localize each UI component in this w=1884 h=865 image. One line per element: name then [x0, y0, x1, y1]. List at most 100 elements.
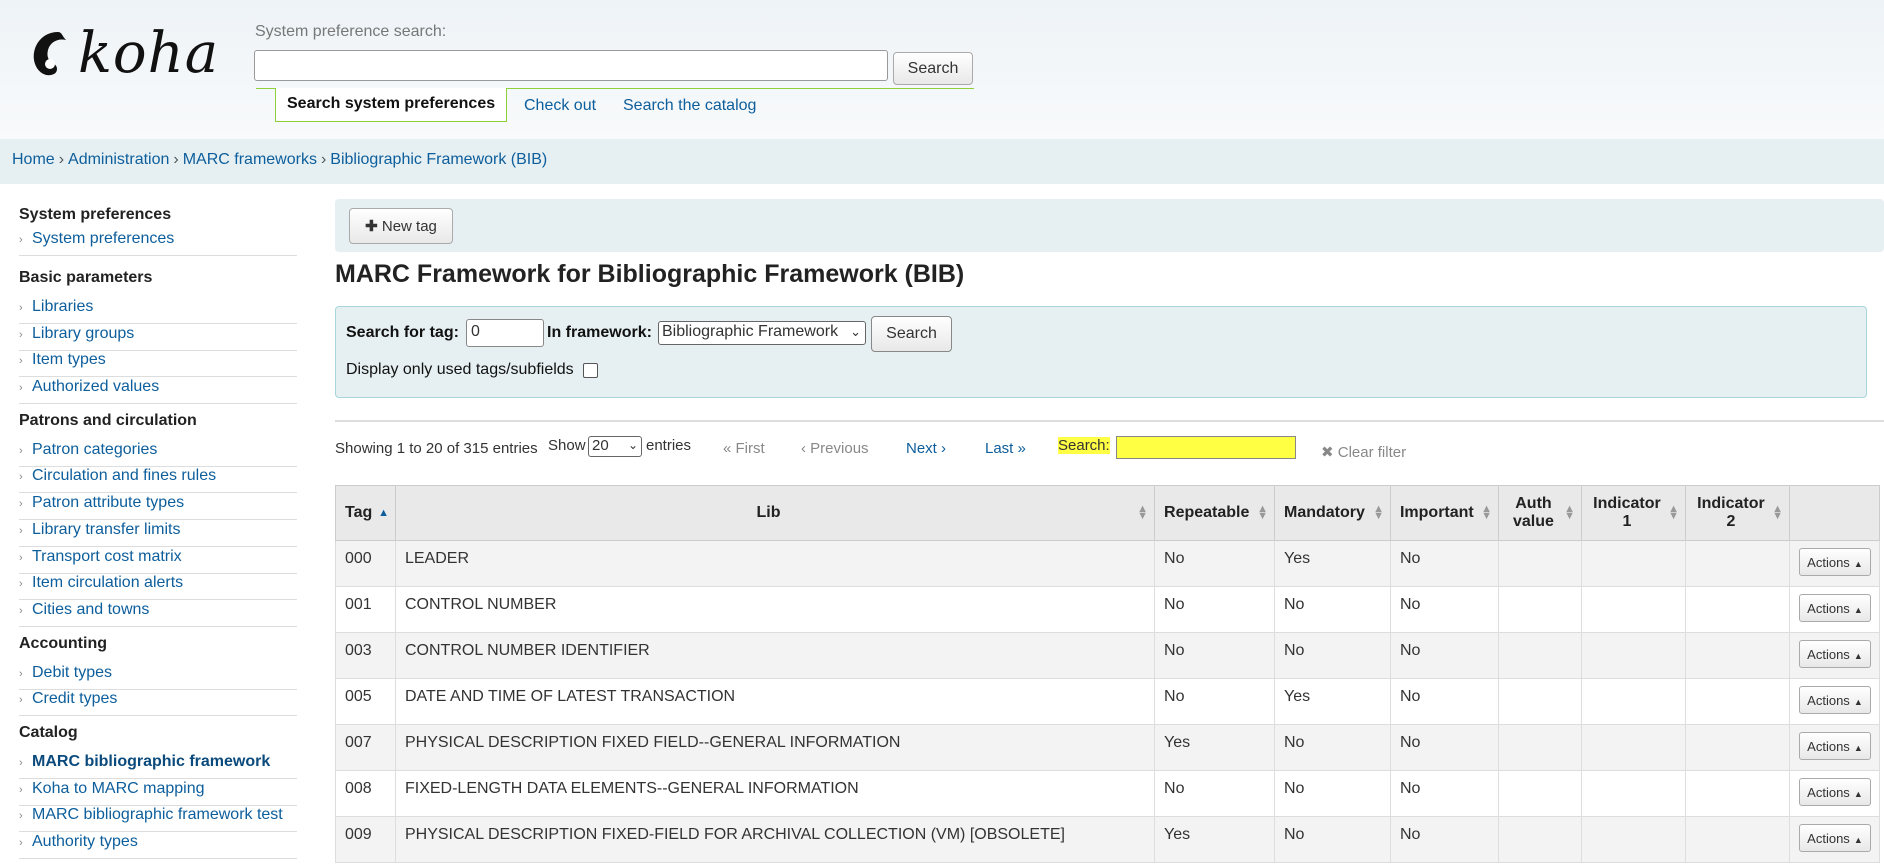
sidebar-item-label[interactable]: MARC bibliographic framework — [32, 753, 270, 770]
sidebar-item-item-types[interactable]: › Item types — [19, 351, 297, 377]
framework-select[interactable]: Bibliographic Framework ⌄ — [658, 321, 866, 345]
syspref-search-button[interactable]: Search — [893, 52, 973, 85]
breadcrumb: Home › Administration › MARC frameworks › Bibl… — [0, 139, 1884, 184]
column-header-indicator-2[interactable]: Indicator 2 ▲ ▼ — [1684, 485, 1790, 541]
chevron-right-icon: › — [19, 694, 23, 706]
sidebar-item-circulation-rules[interactable]: › Circulation and fines rules — [19, 467, 297, 493]
sidebar-item-label[interactable]: MARC bibliographic framework test — [32, 806, 283, 823]
pager-previous[interactable]: ‹ Previous — [801, 440, 869, 457]
sidebar-item-library-groups[interactable]: › Library groups — [19, 325, 297, 351]
tab-search-system-preferences[interactable]: Search system preferences — [275, 88, 507, 122]
sidebar-item-label[interactable]: Cities and towns — [32, 601, 149, 618]
sidebar-item-marc-framework-test[interactable]: › MARC bibliographic framework test — [19, 806, 297, 832]
sidebar-item-authorized-values[interactable]: › Authorized values — [19, 378, 297, 404]
table-filter-input[interactable] — [1116, 436, 1296, 459]
sidebar-item-label[interactable]: Authorized values — [32, 378, 159, 395]
breadcrumb-home[interactable]: Home — [12, 151, 55, 168]
sidebar-item-credit-types[interactable]: › Credit types — [19, 690, 297, 716]
column-header-mandatory[interactable]: Mandatory ▲ ▼ — [1274, 485, 1391, 541]
actions-button[interactable]: Actions ▲ — [1798, 594, 1871, 622]
actions-button[interactable]: Actions ▲ — [1798, 686, 1871, 714]
sidebar-item-debit-types[interactable]: › Debit types — [19, 664, 297, 690]
cell-mandatory: No — [1274, 632, 1391, 679]
tag-search-button[interactable]: Search — [871, 316, 952, 352]
column-header-auth-value[interactable]: Auth value ▲ ▼ — [1497, 485, 1582, 541]
table-row: 008 FIXED-LENGTH DATA ELEMENTS--GENERAL I… — [335, 770, 1881, 817]
column-header-tag[interactable]: Tag ▲ — [335, 485, 396, 541]
cell-indicator-2 — [1684, 770, 1790, 817]
sidebar-item-koha-to-marc-mapping[interactable]: › Koha to MARC mapping — [19, 780, 297, 806]
koha-logo[interactable]: koha — [28, 24, 218, 84]
cell-actions: Actions ▲ — [1788, 540, 1881, 587]
sidebar-item-label[interactable]: Circulation and fines rules — [32, 467, 216, 484]
tag-search-input[interactable]: 0 — [466, 319, 544, 347]
sidebar-item-label[interactable]: Patron categories — [32, 441, 157, 458]
sidebar-item-cities-towns[interactable]: › Cities and towns — [19, 601, 297, 627]
cell-tag: 000 — [335, 540, 396, 587]
column-header-important[interactable]: Important ▲ ▼ — [1389, 485, 1499, 541]
actions-button[interactable]: Actions ▲ — [1798, 778, 1871, 806]
actions-button[interactable]: Actions ▲ — [1798, 548, 1871, 576]
sidebar-item-label[interactable]: Libraries — [32, 298, 93, 315]
display-used-checkbox[interactable] — [583, 363, 598, 378]
cell-indicator-1 — [1580, 632, 1686, 679]
cell-tag: 003 — [335, 632, 396, 679]
actions-label: Actions — [1807, 692, 1850, 708]
sidebar-item-label[interactable]: Authority types — [32, 833, 138, 850]
new-tag-button[interactable]: ✚ New tag — [349, 208, 453, 244]
chevron-left-icon: ‹ — [801, 440, 806, 457]
column-header-repeatable[interactable]: Repeatable ▲ ▼ — [1154, 485, 1275, 541]
breadcrumb-administration[interactable]: Administration — [68, 151, 169, 168]
divider — [335, 420, 1884, 422]
sidebar-item-label[interactable]: Credit types — [32, 690, 117, 707]
sidebar-item-transport-cost-matrix[interactable]: › Transport cost matrix — [19, 548, 297, 574]
actions-button[interactable]: Actions ▲ — [1798, 732, 1871, 760]
sidebar-item-label[interactable]: Item types — [32, 351, 106, 368]
actions-button[interactable]: Actions ▲ — [1798, 824, 1871, 852]
chevron-right-icon: › — [19, 498, 23, 510]
breadcrumb-current[interactable]: Bibliographic Framework (BIB) — [330, 151, 547, 168]
sidebar-item-authority-types[interactable]: › Authority types — [19, 833, 297, 859]
sidebar-item-label[interactable]: Library transfer limits — [32, 521, 180, 538]
chevron-down-icon: ⌄ — [627, 438, 638, 452]
sort-icon: ▲ ▼ — [1564, 503, 1575, 522]
sidebar-item-marc-bibliographic-framework[interactable]: › MARC bibliographic framework — [19, 753, 297, 779]
show-label: Show — [548, 437, 586, 454]
clear-filter-button[interactable]: ✖ Clear filter — [1321, 443, 1406, 461]
tag-search-label: Search for tag: — [346, 324, 459, 341]
sidebar-heading-patrons-circulation: Patrons and circulation — [19, 412, 197, 429]
page-length-select[interactable]: 20 ⌄ — [588, 436, 642, 457]
table-row: 001 CONTROL NUMBER No No No Actions ▲ — [335, 586, 1881, 633]
sidebar-item-label[interactable]: Koha to MARC mapping — [32, 780, 205, 797]
column-header-indicator-1[interactable]: Indicator 1 ▲ ▼ — [1580, 485, 1686, 541]
sidebar-item-label[interactable]: Library groups — [32, 325, 134, 342]
pager-first[interactable]: « First — [723, 440, 765, 457]
actions-button[interactable]: Actions ▲ — [1798, 640, 1871, 668]
page-length-value: 20 — [592, 437, 609, 454]
cell-auth-value — [1497, 816, 1582, 863]
syspref-search-input[interactable] — [254, 50, 888, 81]
column-header-lib[interactable]: Lib ▲ ▼ — [394, 485, 1156, 541]
sidebar-item-circulation-alerts[interactable]: › Item circulation alerts — [19, 574, 297, 600]
sidebar-item-transfer-limits[interactable]: › Library transfer limits — [19, 521, 297, 547]
pager-next[interactable]: Next › — [906, 440, 946, 457]
sidebar-item-patron-attribute-types[interactable]: › Patron attribute types — [19, 494, 297, 520]
page-title: MARC Framework for Bibliographic Framewo… — [335, 260, 965, 288]
sidebar-item-patron-categories[interactable]: › Patron categories — [19, 441, 297, 467]
sidebar-item-label[interactable]: Item circulation alerts — [32, 574, 183, 591]
sidebar-item-libraries[interactable]: › Libraries — [19, 298, 297, 324]
sidebar-item-label[interactable]: System preferences — [32, 230, 174, 247]
sidebar-item-label[interactable]: Transport cost matrix — [32, 548, 182, 565]
cell-mandatory: Yes — [1274, 678, 1391, 725]
chevron-right-icon: › — [19, 445, 23, 457]
tab-search-catalog[interactable]: Search the catalog — [623, 97, 756, 115]
sidebar-item-label[interactable]: Patron attribute types — [32, 494, 184, 511]
pager-last[interactable]: Last » — [985, 440, 1026, 457]
sidebar-item-label[interactable]: Debit types — [32, 664, 112, 681]
tab-check-out[interactable]: Check out — [524, 97, 596, 115]
cell-mandatory: Yes — [1274, 540, 1391, 587]
sidebar-item-system-preferences[interactable]: › System preferences — [19, 230, 297, 256]
breadcrumb-marc-frameworks[interactable]: MARC frameworks — [183, 151, 317, 168]
table-info: Showing 1 to 20 of 315 entries — [335, 440, 538, 457]
column-header-label: Auth value — [1512, 495, 1554, 530]
